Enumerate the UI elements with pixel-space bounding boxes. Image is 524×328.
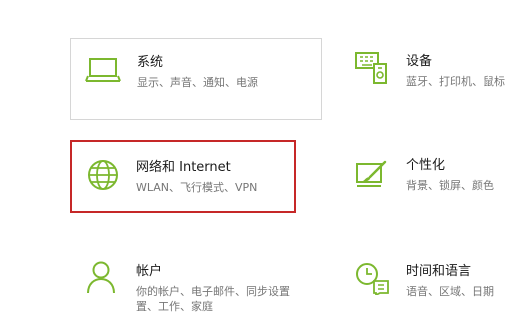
tile-system-title: 系统	[137, 55, 164, 70]
tile-personalization[interactable]: 个性化 背景、锁屏、颜色	[340, 140, 524, 213]
tile-devices-desc-line: 蓝牙、打印机、鼠标	[406, 75, 505, 88]
tile-network-internet[interactable]: 网络和 Internet WLAN、飞行模式、VPN	[70, 140, 296, 213]
tile-personalization-desc-line: 背景、锁屏、颜色	[406, 179, 494, 192]
tile-time-language[interactable]: 时间和语言 语音、区域、日期	[340, 250, 524, 328]
tile-accounts[interactable]: 帐户 你的帐户、电子邮件、同步设置 置、工作、家庭	[70, 250, 322, 328]
tile-devices-title: 设备	[406, 54, 433, 69]
tile-system-desc: 显示、声音、通知、电源	[137, 75, 258, 90]
tile-network-title: 网络和 Internet	[136, 160, 231, 175]
devices-icon	[355, 52, 387, 84]
tile-personalization-title: 个性化	[406, 158, 446, 173]
laptop-icon	[85, 58, 121, 82]
tile-network-desc-line: WLAN、飞行模式、VPN	[136, 181, 258, 194]
tile-time-language-title: 时间和语言	[406, 264, 472, 279]
tile-accounts-desc-line-1: 你的帐户、电子邮件、同步设置	[136, 285, 290, 298]
tile-accounts-title: 帐户	[136, 264, 163, 279]
tile-system[interactable]: 系统 显示、声音、通知、电源	[70, 38, 322, 120]
tile-system-desc-line: 显示、声音、通知、电源	[137, 76, 258, 89]
tile-network-desc: WLAN、飞行模式、VPN	[136, 180, 257, 195]
clock-language-icon	[356, 263, 389, 295]
tile-personalization-desc: 背景、锁屏、颜色	[406, 178, 494, 193]
person-icon	[87, 261, 115, 294]
paintbrush-icon	[356, 160, 387, 187]
tile-accounts-desc: 你的帐户、电子邮件、同步设置 置、工作、家庭	[136, 284, 290, 314]
tile-devices-desc: 蓝牙、打印机、鼠标	[406, 74, 505, 89]
globe-icon	[88, 160, 118, 190]
tile-time-language-desc-line: 语音、区域、日期	[406, 285, 494, 298]
tile-devices[interactable]: 设备 蓝牙、打印机、鼠标	[340, 38, 524, 120]
tile-time-language-desc: 语音、区域、日期	[406, 284, 494, 299]
tile-accounts-desc-line-2: 置、工作、家庭	[136, 300, 213, 313]
